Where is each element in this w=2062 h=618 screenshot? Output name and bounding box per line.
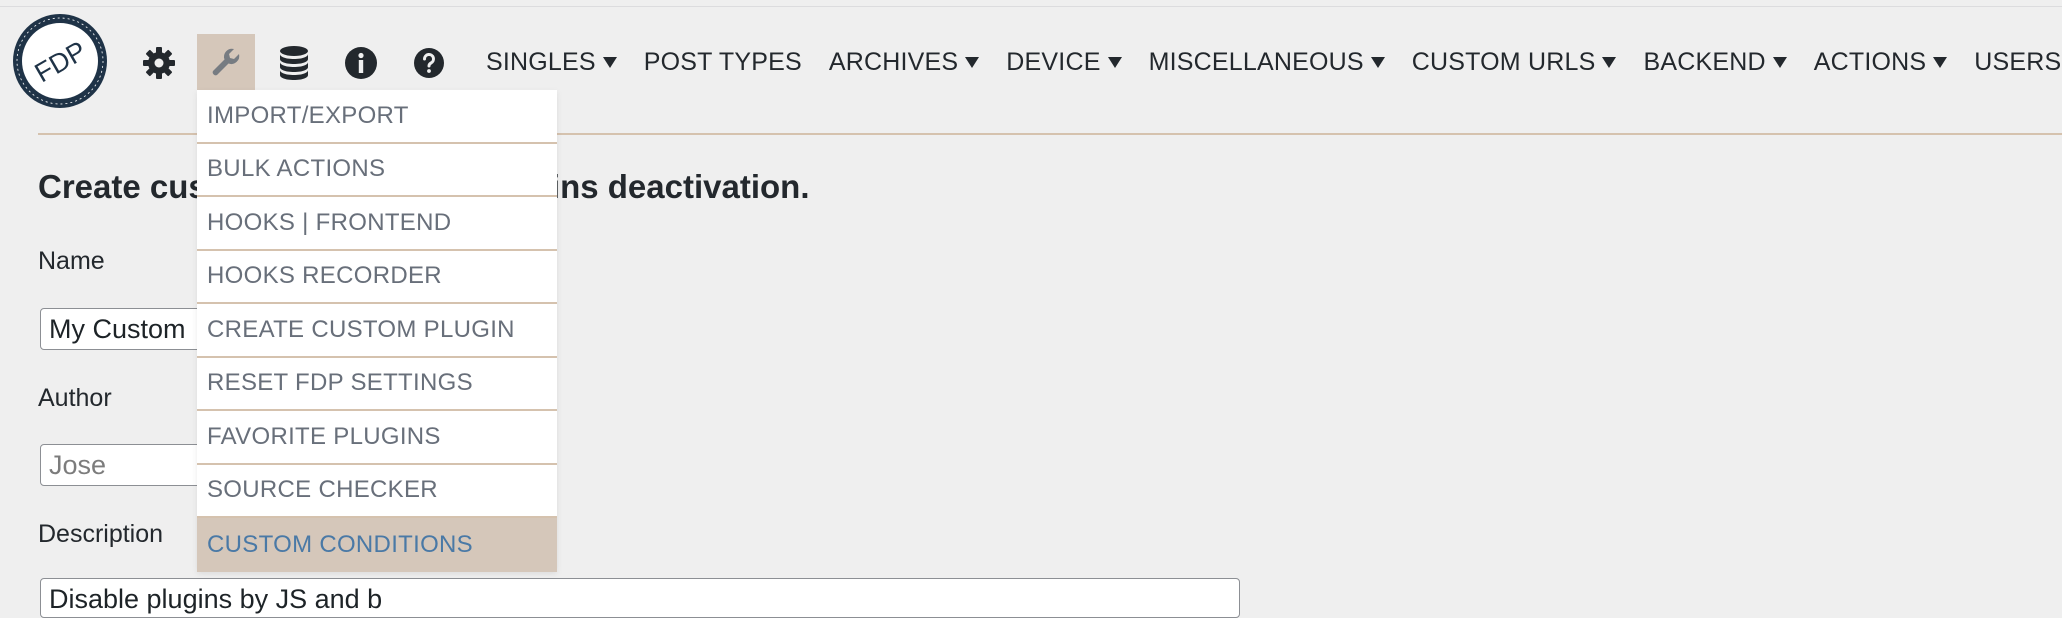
- nav-label: POST TYPES: [643, 47, 802, 76]
- caret-down-icon: [1370, 56, 1385, 68]
- caret-down-icon: [602, 56, 617, 68]
- menu-item-import-export[interactable]: IMPORT/EXPORT: [197, 90, 557, 144]
- nav-label: BACKEND: [1643, 47, 1766, 76]
- help-button[interactable]: [400, 34, 458, 92]
- fdp-logo[interactable]: FDP: [12, 13, 108, 109]
- caret-down-icon: [1107, 56, 1122, 68]
- menu-item-custom-conditions[interactable]: CUSTOM CONDITIONS: [197, 518, 557, 572]
- page-title-start: Create cus: [38, 168, 207, 205]
- nav-label: MISCELLANEOUS: [1148, 47, 1364, 76]
- nav-actions[interactable]: ACTIONS: [1814, 48, 1948, 77]
- description-label: Description: [38, 520, 164, 548]
- nav-custom-urls[interactable]: CUSTOM URLS: [1412, 48, 1617, 77]
- tools-button[interactable]: [197, 34, 255, 92]
- help-icon: [414, 48, 444, 78]
- menu-item-favorite-plugins[interactable]: FAVORITE PLUGINS: [197, 411, 557, 465]
- nav-label: ARCHIVES: [828, 47, 959, 76]
- page-title-end: gins deactivation.: [530, 168, 810, 205]
- menu-item-hooks-recorder[interactable]: HOOKS RECORDER: [197, 251, 557, 304]
- nav-post-types[interactable]: POST TYPES: [644, 48, 802, 77]
- author-label: Author: [38, 384, 112, 412]
- nav-users[interactable]: USERS: [1974, 48, 2062, 77]
- menu-item-source-checker[interactable]: SOURCE CHECKER: [197, 465, 557, 518]
- menu-item-create-custom-plugin[interactable]: CREATE CUSTOM PLUGIN: [197, 304, 557, 358]
- caret-down-icon: [1933, 56, 1948, 68]
- settings-button[interactable]: [130, 34, 188, 92]
- caret-down-icon: [1772, 56, 1787, 68]
- nav-archives[interactable]: ARCHIVES: [828, 47, 980, 77]
- nav-label: ACTIONS: [1813, 47, 1927, 76]
- caret-down-icon: [1602, 56, 1617, 68]
- tools-dropdown-menu: IMPORT/EXPORT BULK ACTIONS HOOKS | FRONT…: [197, 90, 557, 572]
- nav-device[interactable]: DEVICE: [1006, 47, 1122, 77]
- menu-item-bulk-actions[interactable]: BULK ACTIONS: [197, 144, 557, 197]
- top-border: [0, 6, 2062, 7]
- database-button[interactable]: [265, 34, 323, 92]
- nav-singles[interactable]: SINGLES: [486, 48, 617, 77]
- description-field[interactable]: Disable plugins by JS and b: [40, 578, 1240, 618]
- gear-icon: [143, 47, 175, 79]
- caret-down-icon: [965, 56, 980, 68]
- info-icon: [345, 47, 377, 79]
- nav-label: USERS: [1974, 47, 2062, 76]
- info-button[interactable]: [332, 34, 390, 92]
- nav-label: DEVICE: [1006, 47, 1101, 76]
- menu-item-hooks-frontend[interactable]: HOOKS | FRONTEND: [197, 197, 557, 251]
- nav-label: SINGLES: [486, 47, 596, 76]
- nav-label: CUSTOM URLS: [1411, 47, 1596, 76]
- menu-item-reset-fdp-settings[interactable]: RESET FDP SETTINGS: [197, 358, 557, 411]
- top-navigation: SINGLES POST TYPES ARCHIVES DEVICE MISCE…: [486, 42, 2062, 82]
- nav-miscellaneous[interactable]: MISCELLANEOUS: [1149, 48, 1385, 77]
- wrench-icon: [212, 48, 240, 76]
- database-icon: [280, 46, 308, 80]
- name-label: Name: [38, 247, 105, 275]
- nav-backend[interactable]: BACKEND: [1643, 47, 1787, 77]
- logo-icon: FDP: [13, 14, 107, 108]
